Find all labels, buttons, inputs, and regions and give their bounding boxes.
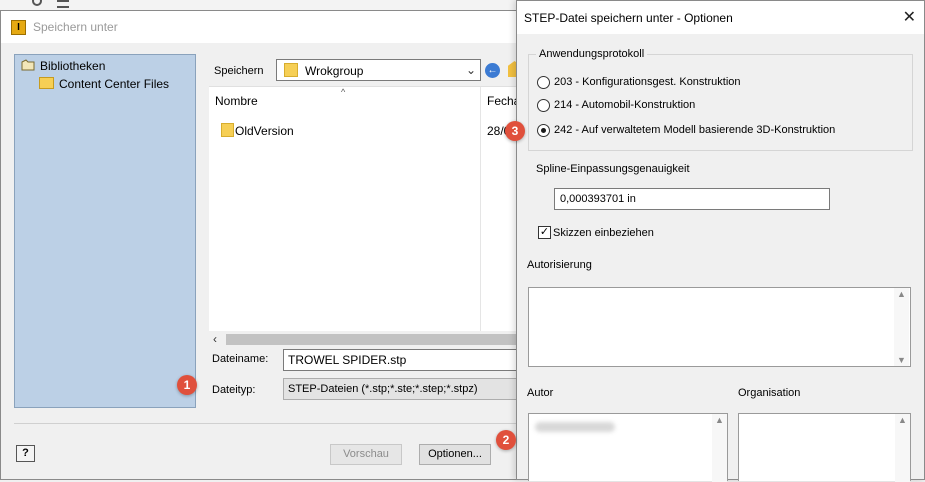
radio-203-label[interactable]: 203 - Konfigurationsgest. Konstruktion bbox=[554, 76, 741, 88]
search-icon[interactable] bbox=[32, 0, 42, 6]
callout-badge-3: 3 bbox=[505, 121, 525, 141]
library-tree-panel: Bibliotheken Content Center Files bbox=[14, 54, 196, 408]
spline-accuracy-label: Spline-Einpassungsgenauigkeit bbox=[536, 163, 690, 175]
filename-input[interactable]: TROWEL SPIDER.stp bbox=[283, 349, 531, 371]
filetype-select[interactable]: STEP-Dateien (*.stp;*.ste;*.step;*.stpz) bbox=[283, 378, 531, 400]
horizontal-scrollbar[interactable]: ‹ bbox=[209, 331, 531, 348]
inventor-app-icon: I bbox=[11, 20, 26, 35]
divider bbox=[14, 423, 531, 424]
options-button[interactable]: Optionen... bbox=[419, 444, 491, 465]
authorization-label: Autorisierung bbox=[527, 259, 592, 271]
redacted-author-text bbox=[535, 422, 615, 432]
sort-caret-icon: ^ bbox=[341, 87, 346, 97]
scrollbar-thumb[interactable] bbox=[226, 334, 531, 345]
step-options-dialog: STEP-Datei speichern unter - Optionen ✕ … bbox=[516, 0, 925, 482]
back-arrow-icon[interactable]: ← bbox=[485, 63, 500, 78]
tree-item-libraries[interactable]: Bibliotheken bbox=[40, 59, 105, 73]
scroll-left-icon[interactable]: ‹ bbox=[213, 332, 217, 346]
scroll-down-icon[interactable]: ▼ bbox=[897, 355, 906, 365]
vertical-scrollbar[interactable]: ▲ bbox=[712, 414, 727, 482]
save-dialog-titlebar: I Speichern unter bbox=[1, 11, 531, 43]
tree-item-content-center[interactable]: Content Center Files bbox=[59, 77, 169, 91]
close-icon[interactable]: ✕ bbox=[903, 7, 916, 27]
help-button[interactable]: ? bbox=[16, 445, 35, 462]
scroll-up-icon[interactable]: ▲ bbox=[715, 415, 724, 425]
vertical-scrollbar[interactable]: ▲ bbox=[895, 414, 910, 482]
callout-badge-2: 2 bbox=[496, 430, 516, 450]
column-divider[interactable] bbox=[480, 87, 481, 332]
include-sketches-checkbox[interactable]: ✓ bbox=[538, 226, 551, 239]
spline-accuracy-input[interactable]: 0,000393701 in bbox=[554, 188, 830, 210]
organization-textarea[interactable]: ▲ bbox=[738, 413, 911, 482]
scroll-up-icon[interactable]: ▲ bbox=[897, 289, 906, 299]
folder-icon bbox=[39, 77, 54, 89]
save-location-value: Wrokgroup bbox=[305, 64, 364, 78]
save-as-dialog: I Speichern unter Bibliotheken Content C… bbox=[0, 10, 531, 480]
save-location-select[interactable]: Wrokgroup ⌄ bbox=[276, 59, 481, 81]
file-list: ^ Nombre Fecha OldVersion 28/06 bbox=[209, 86, 531, 332]
options-dialog-titlebar: STEP-Datei speichern unter - Optionen ✕ bbox=[517, 1, 924, 34]
save-dialog-title: Speichern unter bbox=[33, 20, 118, 34]
author-label: Autor bbox=[527, 387, 554, 399]
column-header-name[interactable]: Nombre bbox=[215, 94, 258, 108]
menu-icon[interactable] bbox=[57, 0, 69, 8]
callout-badge-1: 1 bbox=[177, 375, 197, 395]
radio-242-label[interactable]: 242 - Auf verwaltetem Modell basierende … bbox=[554, 124, 835, 136]
options-dialog-title: STEP-Datei speichern unter - Optionen bbox=[524, 11, 733, 25]
radio-203[interactable] bbox=[537, 76, 550, 89]
author-textarea[interactable]: ▲ bbox=[528, 413, 728, 482]
vertical-scrollbar[interactable]: ▲ ▼ bbox=[894, 288, 909, 366]
filetype-label: Dateityp: bbox=[212, 384, 256, 396]
chevron-down-icon[interactable]: ⌄ bbox=[466, 63, 476, 77]
filename-label: Dateiname: bbox=[212, 353, 269, 365]
protocol-group-label: Anwendungsprotokoll bbox=[536, 48, 648, 60]
preview-button[interactable]: Vorschau bbox=[330, 444, 402, 465]
radio-214[interactable] bbox=[537, 99, 550, 112]
scroll-up-icon[interactable]: ▲ bbox=[898, 415, 907, 425]
save-in-label: Speichern bbox=[214, 65, 264, 77]
list-item-name[interactable]: OldVersion bbox=[235, 124, 294, 138]
authorization-textarea[interactable]: ▲ ▼ bbox=[528, 287, 911, 367]
folder-icon bbox=[284, 63, 298, 77]
folder-icon bbox=[221, 123, 234, 137]
include-sketches-label[interactable]: Skizzen einbeziehen bbox=[553, 227, 654, 239]
radio-242[interactable] bbox=[537, 124, 550, 137]
radio-214-label[interactable]: 214 - Automobil-Konstruktion bbox=[554, 99, 695, 111]
libraries-icon bbox=[21, 59, 35, 71]
organization-label: Organisation bbox=[738, 387, 801, 399]
